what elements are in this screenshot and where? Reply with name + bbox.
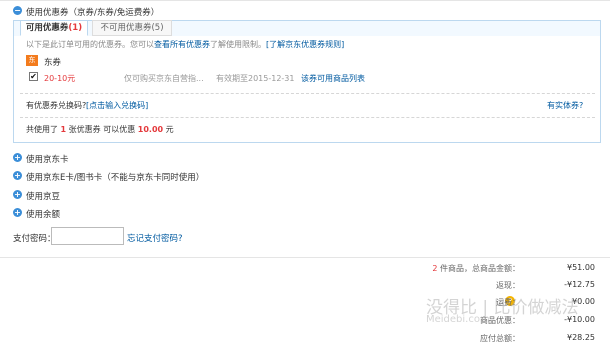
tab-unavailable-coupons[interactable]: 不可用优惠券(5) [92,20,172,36]
summary-amount: 10.00 [137,125,164,134]
watermark-site: Meidebi.com [426,314,490,325]
tab-unavailable-label: 不可用优惠券 [100,23,152,33]
summary-prefix: 共使用了 [26,125,58,134]
coupon-tip-text2: 了解使用限制。 [210,40,266,49]
use-balance-option[interactable]: 使用余额 [26,208,60,220]
top-divider [0,0,610,1]
coupon-amount: 20-10元 [44,74,76,83]
use-jd-card-option[interactable]: 使用京东卡 [26,153,69,165]
coupon-rules-link[interactable]: [了解京东优惠券规则] [266,40,344,49]
summary-count: 1 [60,125,67,134]
collapse-coupons-icon[interactable]: − [13,6,22,15]
total-due-value: ¥28.25 [567,333,595,342]
expand-ecard-icon[interactable]: + [13,171,22,180]
summary-mid: 张优惠券 可以优惠 [68,125,136,134]
tab-available-coupons[interactable]: 可用优惠券(1) [20,20,88,36]
coupon-checkbox[interactable]: ✔ [29,72,38,81]
items-count: 2 [432,264,438,273]
coupon-usage-summary: 共使用了 1 张优惠券 可以优惠 10.00 元 [26,124,174,135]
expand-jd-beans-icon[interactable]: + [13,190,22,199]
dashed-divider [20,117,595,118]
use-ecard-option[interactable]: 使用京东E卡/图书卡（不能与京东卡同时使用） [26,171,204,183]
summary-suffix: 元 [165,125,174,134]
coupon-tip: 以下是此订单可用的优惠券。您可以查看所有优惠券了解使用限制。[了解京东优惠券规则… [26,39,344,50]
enter-exchange-code-link[interactable]: [点击输入兑换码] [86,100,148,111]
payment-password-label: 支付密码： [13,234,56,244]
coupon-expiry: 有效期至2015-12-31 [216,74,295,83]
dashed-divider [20,93,595,94]
tab-unavailable-count: (5) [151,23,164,33]
total-due-label: 应付总额： [480,334,520,343]
forgot-payment-password-link[interactable]: 忘记支付密码? [127,232,183,244]
items-total-value: ¥51.00 [567,263,595,272]
rebate-label: 返现： [496,281,520,290]
items-total-label: 2 件商品，总商品金额： [0,263,520,274]
coupon-tip-text: 以下是此订单可用的优惠券。您可以 [26,40,154,49]
dong-coupon-badge-icon: 东 [26,55,38,66]
coupon-group-label: 东券 [44,58,62,68]
expand-balance-icon[interactable]: + [13,208,22,217]
tab-available-label: 可用优惠券 [25,23,69,33]
expand-jd-card-icon[interactable]: + [13,153,22,162]
coupon-eligible-products-link[interactable]: 该券可用商品列表 [301,73,365,84]
coupon-section-title[interactable]: 使用优惠券（京券/东券/免运费券） [26,6,159,18]
view-all-coupons-link[interactable]: 查看所有优惠券 [154,40,210,49]
tab-available-count: (1) [68,23,83,33]
physical-coupon-link[interactable]: 有实体券? [547,100,583,111]
items-total-text: 件商品，总商品金额： [440,264,520,273]
rebate-value: -¥12.75 [564,280,595,289]
use-jd-beans-option[interactable]: 使用京豆 [26,190,60,202]
payment-password-input[interactable] [51,227,124,245]
coupon-description: 仅可购买京东自营指... [124,74,204,83]
bottom-divider [0,257,610,258]
exchange-code-label: 有优惠券兑换码? [26,101,87,110]
